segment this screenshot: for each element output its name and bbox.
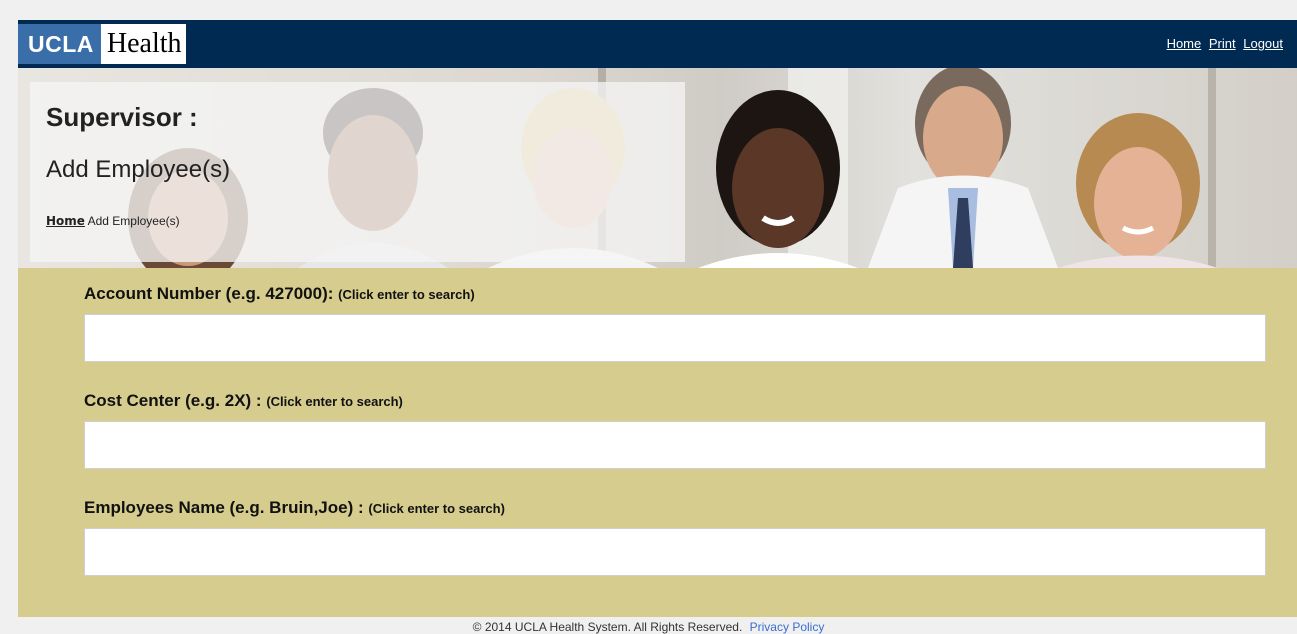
cost-center-field-group: Cost Center (e.g. 2X) : (Click enter to … — [84, 389, 1266, 469]
home-link[interactable]: Home — [1167, 36, 1202, 51]
privacy-policy-link[interactable]: Privacy Policy — [750, 620, 825, 634]
employee-name-label-text: Employees Name (e.g. Bruin,Joe) : — [84, 498, 364, 517]
cost-center-label-text: Cost Center (e.g. 2X) : — [84, 391, 262, 410]
account-number-input[interactable] — [84, 314, 1266, 362]
employee-name-label: Employees Name (e.g. Bruin,Joe) : (Click… — [84, 496, 1266, 520]
banner: Supervisor : Add Employee(s) Home Add Em… — [18, 68, 1297, 268]
footer: © 2014 UCLA Health System. All Rights Re… — [0, 620, 1297, 634]
employee-name-hint: (Click enter to search) — [368, 501, 505, 516]
header-bar: UCLA Health Home Print Logout — [18, 20, 1297, 68]
page-frame: UCLA Health Home Print Logout Supervisor… — [18, 20, 1297, 617]
breadcrumb: Home Add Employee(s) — [46, 214, 180, 228]
print-link[interactable]: Print — [1209, 36, 1236, 51]
page-subtitle: Add Employee(s) — [46, 156, 231, 183]
account-number-field-group: Account Number (e.g. 427000): (Click ent… — [84, 282, 1266, 362]
employee-name-field-group: Employees Name (e.g. Bruin,Joe) : (Click… — [84, 496, 1266, 576]
breadcrumb-home-link[interactable]: Home — [46, 214, 85, 228]
logo-health-text: Health — [100, 24, 186, 64]
employee-name-input[interactable] — [84, 528, 1266, 576]
copyright-text: © 2014 UCLA Health System. All Rights Re… — [472, 620, 743, 634]
search-form: Account Number (e.g. 427000): (Click ent… — [18, 268, 1297, 617]
logout-link[interactable]: Logout — [1243, 36, 1283, 51]
page-title: Supervisor : — [46, 102, 198, 132]
cost-center-hint: (Click enter to search) — [266, 394, 403, 409]
cost-center-input[interactable] — [84, 421, 1266, 469]
account-number-label: Account Number (e.g. 427000): (Click ent… — [84, 282, 1266, 306]
logo-ucla-text: UCLA — [18, 24, 101, 64]
ucla-health-logo[interactable]: UCLA Health — [18, 24, 186, 64]
title-panel: Supervisor : Add Employee(s) Home Add Em… — [30, 82, 685, 262]
account-number-hint: (Click enter to search) — [338, 287, 475, 302]
cost-center-label: Cost Center (e.g. 2X) : (Click enter to … — [84, 389, 1266, 413]
account-number-label-text: Account Number (e.g. 427000): — [84, 284, 334, 303]
breadcrumb-current: Add Employee(s) — [87, 214, 180, 228]
top-nav-links: Home Print Logout — [1163, 36, 1283, 51]
